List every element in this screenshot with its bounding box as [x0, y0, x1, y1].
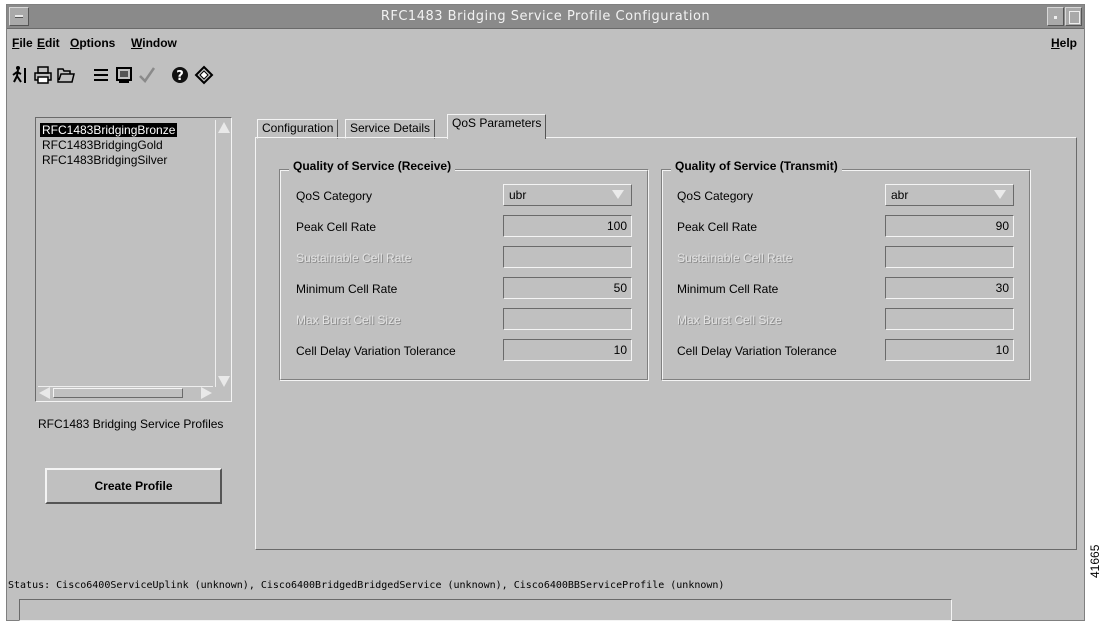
transmit-mcr-field[interactable]: 30	[885, 277, 1014, 299]
receive-scr-field[interactable]	[503, 246, 632, 268]
receive-qos-category-select[interactable]: ubr	[503, 184, 632, 206]
menu-options[interactable]: Options	[70, 36, 115, 50]
minimize-icon[interactable]	[1047, 7, 1064, 26]
scroll-thumb[interactable]	[53, 388, 183, 398]
dropdown-arrow-icon	[994, 190, 1006, 199]
maximize-icon[interactable]	[1065, 7, 1082, 26]
list-icon[interactable]	[90, 63, 112, 87]
vertical-scrollbar[interactable]	[215, 120, 230, 387]
scroll-up-icon[interactable]	[218, 122, 230, 133]
transmit-qos-category-select[interactable]: abr	[885, 184, 1014, 206]
scroll-right-icon[interactable]	[201, 387, 212, 399]
title-bar[interactable]: RFC1483 Bridging Service Profile Configu…	[7, 5, 1084, 29]
transmit-qos-category-label: QoS Category	[677, 189, 754, 203]
receive-cdvt-label: Cell Delay Variation Tolerance	[296, 344, 456, 358]
screen-icon[interactable]	[113, 63, 135, 87]
menu-bar: File Edit Options Window Help	[7, 30, 1084, 54]
receive-qos-category-label: QoS Category	[296, 189, 373, 203]
status-field	[19, 599, 952, 621]
receive-pcr-label: Peak Cell Rate	[296, 220, 377, 234]
svg-text:?: ?	[176, 69, 184, 84]
status-text: Status: Cisco6400ServiceUplink (unknown)…	[8, 580, 725, 591]
profile-list-caption: RFC1483 Bridging Service Profiles	[38, 417, 224, 431]
transmit-scr-field[interactable]	[885, 246, 1014, 268]
open-folder-icon[interactable]	[55, 63, 77, 87]
receive-scr-label: Sustainable Cell Rate	[296, 251, 412, 265]
create-profile-button[interactable]: Create Profile	[45, 468, 222, 504]
scroll-down-icon[interactable]	[218, 376, 230, 387]
receive-mcr-label: Minimum Cell Rate	[296, 282, 398, 296]
dropdown-arrow-icon	[612, 190, 624, 199]
toolbar: ?	[7, 61, 1084, 91]
qos-transmit-title: Quality of Service (Transmit)	[671, 159, 842, 173]
receive-mcr-field[interactable]: 50	[503, 277, 632, 299]
receive-pcr-field[interactable]: 100	[503, 215, 632, 237]
transmit-qos-category-value: abr	[891, 188, 909, 202]
tab-qos-parameters[interactable]: QoS Parameters	[447, 114, 547, 139]
receive-mbs-field[interactable]	[503, 308, 632, 330]
qos-receive-title: Quality of Service (Receive)	[289, 159, 456, 173]
refresh-icon[interactable]	[193, 63, 215, 87]
horizontal-scrollbar[interactable]	[38, 386, 213, 399]
receive-cdvt-field[interactable]: 10	[503, 339, 632, 361]
transmit-pcr-label: Peak Cell Rate	[677, 220, 758, 234]
receive-mbs-label: Max Burst Cell Size	[296, 313, 401, 327]
list-item[interactable]: RFC1483BridgingBronze	[40, 123, 178, 137]
print-icon[interactable]	[32, 63, 54, 87]
receive-qos-category-value: ubr	[509, 188, 527, 202]
transmit-mcr-label: Minimum Cell Rate	[677, 282, 779, 296]
transmit-scr-label: Sustainable Cell Rate	[677, 251, 793, 265]
transmit-cdvt-label: Cell Delay Variation Tolerance	[677, 344, 837, 358]
profile-list[interactable]: RFC1483BridgingBronze RFC1483BridgingGol…	[35, 117, 232, 402]
transmit-pcr-field[interactable]: 90	[885, 215, 1014, 237]
main-window: RFC1483 Bridging Service Profile Configu…	[6, 4, 1085, 621]
menu-edit[interactable]: Edit	[37, 36, 60, 50]
menu-file[interactable]: File	[12, 36, 33, 50]
transmit-cdvt-field[interactable]: 10	[885, 339, 1014, 361]
transmit-mbs-label: Max Burst Cell Size	[677, 313, 782, 327]
menu-window[interactable]: Window	[131, 36, 177, 50]
transmit-mbs-field[interactable]	[885, 308, 1014, 330]
tab-service-details[interactable]: Service Details	[345, 119, 436, 139]
help-icon[interactable]: ?	[169, 63, 191, 87]
scroll-left-icon[interactable]	[39, 387, 50, 399]
menu-help[interactable]: Help	[1051, 36, 1077, 50]
figure-id: 41665	[1088, 544, 1102, 578]
run-icon[interactable]	[10, 63, 32, 87]
checkmark-icon[interactable]	[136, 63, 158, 87]
window-title: RFC1483 Bridging Service Profile Configu…	[380, 9, 711, 24]
list-item[interactable]: RFC1483BridgingSilver	[40, 153, 169, 167]
tab-configuration[interactable]: Configuration	[257, 119, 339, 139]
list-item[interactable]: RFC1483BridgingGold	[40, 138, 165, 152]
